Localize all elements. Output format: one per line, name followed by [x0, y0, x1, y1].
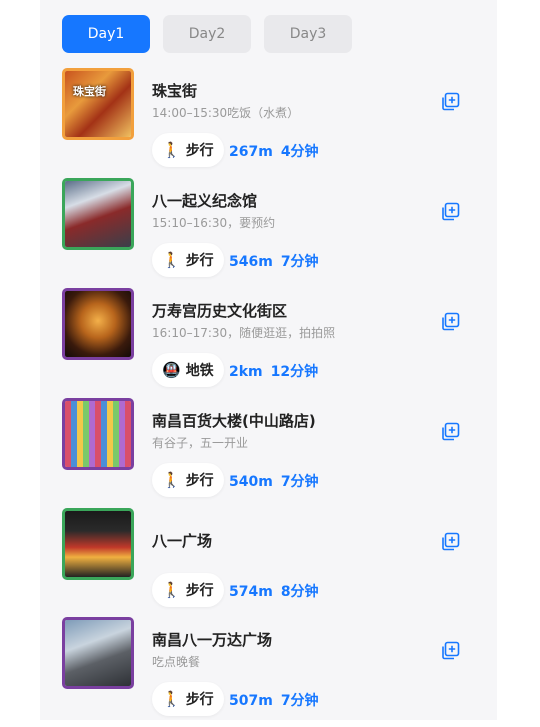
route-distance: 507m — [229, 693, 273, 709]
stop-name: 八一广场 — [152, 532, 213, 550]
stop-description: 有谷子，五一开业 — [152, 436, 249, 450]
transport-mode-chip[interactable]: 🚶 步行 — [152, 573, 224, 607]
add-to-plan-icon[interactable] — [440, 312, 460, 332]
stop-thumbnail[interactable] — [62, 288, 134, 360]
transport-mode-chip[interactable]: 🚶 步行 — [152, 463, 224, 497]
route-distance: 2km — [229, 364, 263, 380]
route-metrics: 267m 4分钟 — [229, 141, 319, 161]
tab-day2[interactable]: Day2 — [163, 15, 251, 53]
stop-thumbnail[interactable] — [62, 398, 134, 470]
stop-name: 八一起义纪念馆 — [152, 192, 258, 210]
itinerary-stop[interactable]: 八一起义纪念馆 15:10–16:30，要预约 🚶 步行 546m 7分钟 — [40, 178, 497, 288]
walk-icon: 🚶 — [162, 580, 181, 599]
transport-mode-label: 步行 — [185, 143, 214, 159]
stop-description: 15:10–16:30，要预约 — [152, 216, 276, 230]
metro-icon: 🚇 — [162, 360, 181, 379]
itinerary-stop[interactable]: 南昌百货大楼(中山路店) 有谷子，五一开业 🚶 步行 540m 7分钟 — [40, 398, 497, 508]
stop-thumbnail[interactable] — [62, 178, 134, 250]
itinerary-stop[interactable]: 珠宝街 珠宝街 14:00–15:30吃饭（水煮） 🚶 步行 267m 4分钟 — [40, 68, 497, 178]
stop-description: 14:00–15:30吃饭（水煮） — [152, 106, 300, 120]
route-metrics: 540m 7分钟 — [229, 471, 319, 491]
transport-mode-label: 地铁 — [185, 363, 214, 379]
route-distance: 267m — [229, 144, 273, 160]
stop-description: 16:10–17:30，随便逛逛，拍拍照 — [152, 326, 336, 340]
stop-name: 南昌八一万达广场 — [152, 631, 273, 649]
itinerary-stop[interactable]: 南昌八一万达广场 吃点晚餐 🚶 步行 507m 7分钟 — [40, 617, 497, 727]
transport-mode-label: 步行 — [185, 253, 214, 269]
route-distance: 540m — [229, 474, 273, 490]
itinerary-stop[interactable]: 万寿宫历史文化街区 16:10–17:30，随便逛逛，拍拍照 🚇 地铁 2km 1… — [40, 288, 497, 398]
stop-name: 南昌百货大楼(中山路店) — [152, 412, 316, 430]
route-metrics: 574m 8分钟 — [229, 581, 319, 601]
stop-thumbnail[interactable] — [62, 508, 134, 580]
add-to-plan-icon[interactable] — [440, 641, 460, 661]
route-duration: 7分钟 — [280, 474, 319, 490]
route-duration: 4分钟 — [280, 144, 319, 160]
thumbnail-sign: 珠宝街 — [73, 85, 106, 98]
itinerary-panel: Day1 Day2 Day3 珠宝街 珠宝街 14:00–15:30吃饭（水煮）… — [40, 0, 497, 720]
walk-icon: 🚶 — [162, 250, 181, 269]
stop-name: 万寿宫历史文化街区 — [152, 302, 288, 320]
route-distance: 574m — [229, 584, 273, 600]
transport-mode-chip[interactable]: 🚶 步行 — [152, 243, 224, 277]
tab-day1[interactable]: Day1 — [62, 15, 150, 53]
route-duration: 12分钟 — [270, 364, 319, 380]
route-distance: 546m — [229, 254, 273, 270]
itinerary-stop[interactable]: 八一广场 🚶 步行 574m 8分钟 — [40, 508, 497, 618]
walk-icon: 🚶 — [162, 140, 181, 159]
route-metrics: 2km 12分钟 — [229, 361, 318, 381]
add-to-plan-icon[interactable] — [440, 532, 460, 552]
stop-thumbnail[interactable]: 珠宝街 — [62, 68, 134, 140]
add-to-plan-icon[interactable] — [440, 202, 460, 222]
add-to-plan-icon[interactable] — [440, 92, 460, 112]
route-metrics: 546m 7分钟 — [229, 251, 319, 271]
transport-mode-chip[interactable]: 🚇 地铁 — [152, 353, 224, 387]
stop-name: 珠宝街 — [152, 82, 198, 100]
stop-thumbnail[interactable] — [62, 617, 134, 689]
tab-day3[interactable]: Day3 — [264, 15, 352, 53]
transport-mode-label: 步行 — [185, 692, 214, 708]
stop-description: 吃点晚餐 — [152, 655, 201, 669]
route-duration: 8分钟 — [280, 584, 319, 600]
walk-icon: 🚶 — [162, 689, 181, 708]
route-metrics: 507m 7分钟 — [229, 690, 319, 710]
transport-mode-label: 步行 — [185, 583, 214, 599]
add-to-plan-icon[interactable] — [440, 422, 460, 442]
transport-mode-chip[interactable]: 🚶 步行 — [152, 682, 224, 716]
transport-mode-chip[interactable]: 🚶 步行 — [152, 133, 224, 167]
day-tabs: Day1 Day2 Day3 — [62, 15, 352, 53]
walk-icon: 🚶 — [162, 470, 181, 489]
route-duration: 7分钟 — [280, 254, 319, 270]
route-duration: 7分钟 — [280, 693, 319, 709]
transport-mode-label: 步行 — [185, 473, 214, 489]
